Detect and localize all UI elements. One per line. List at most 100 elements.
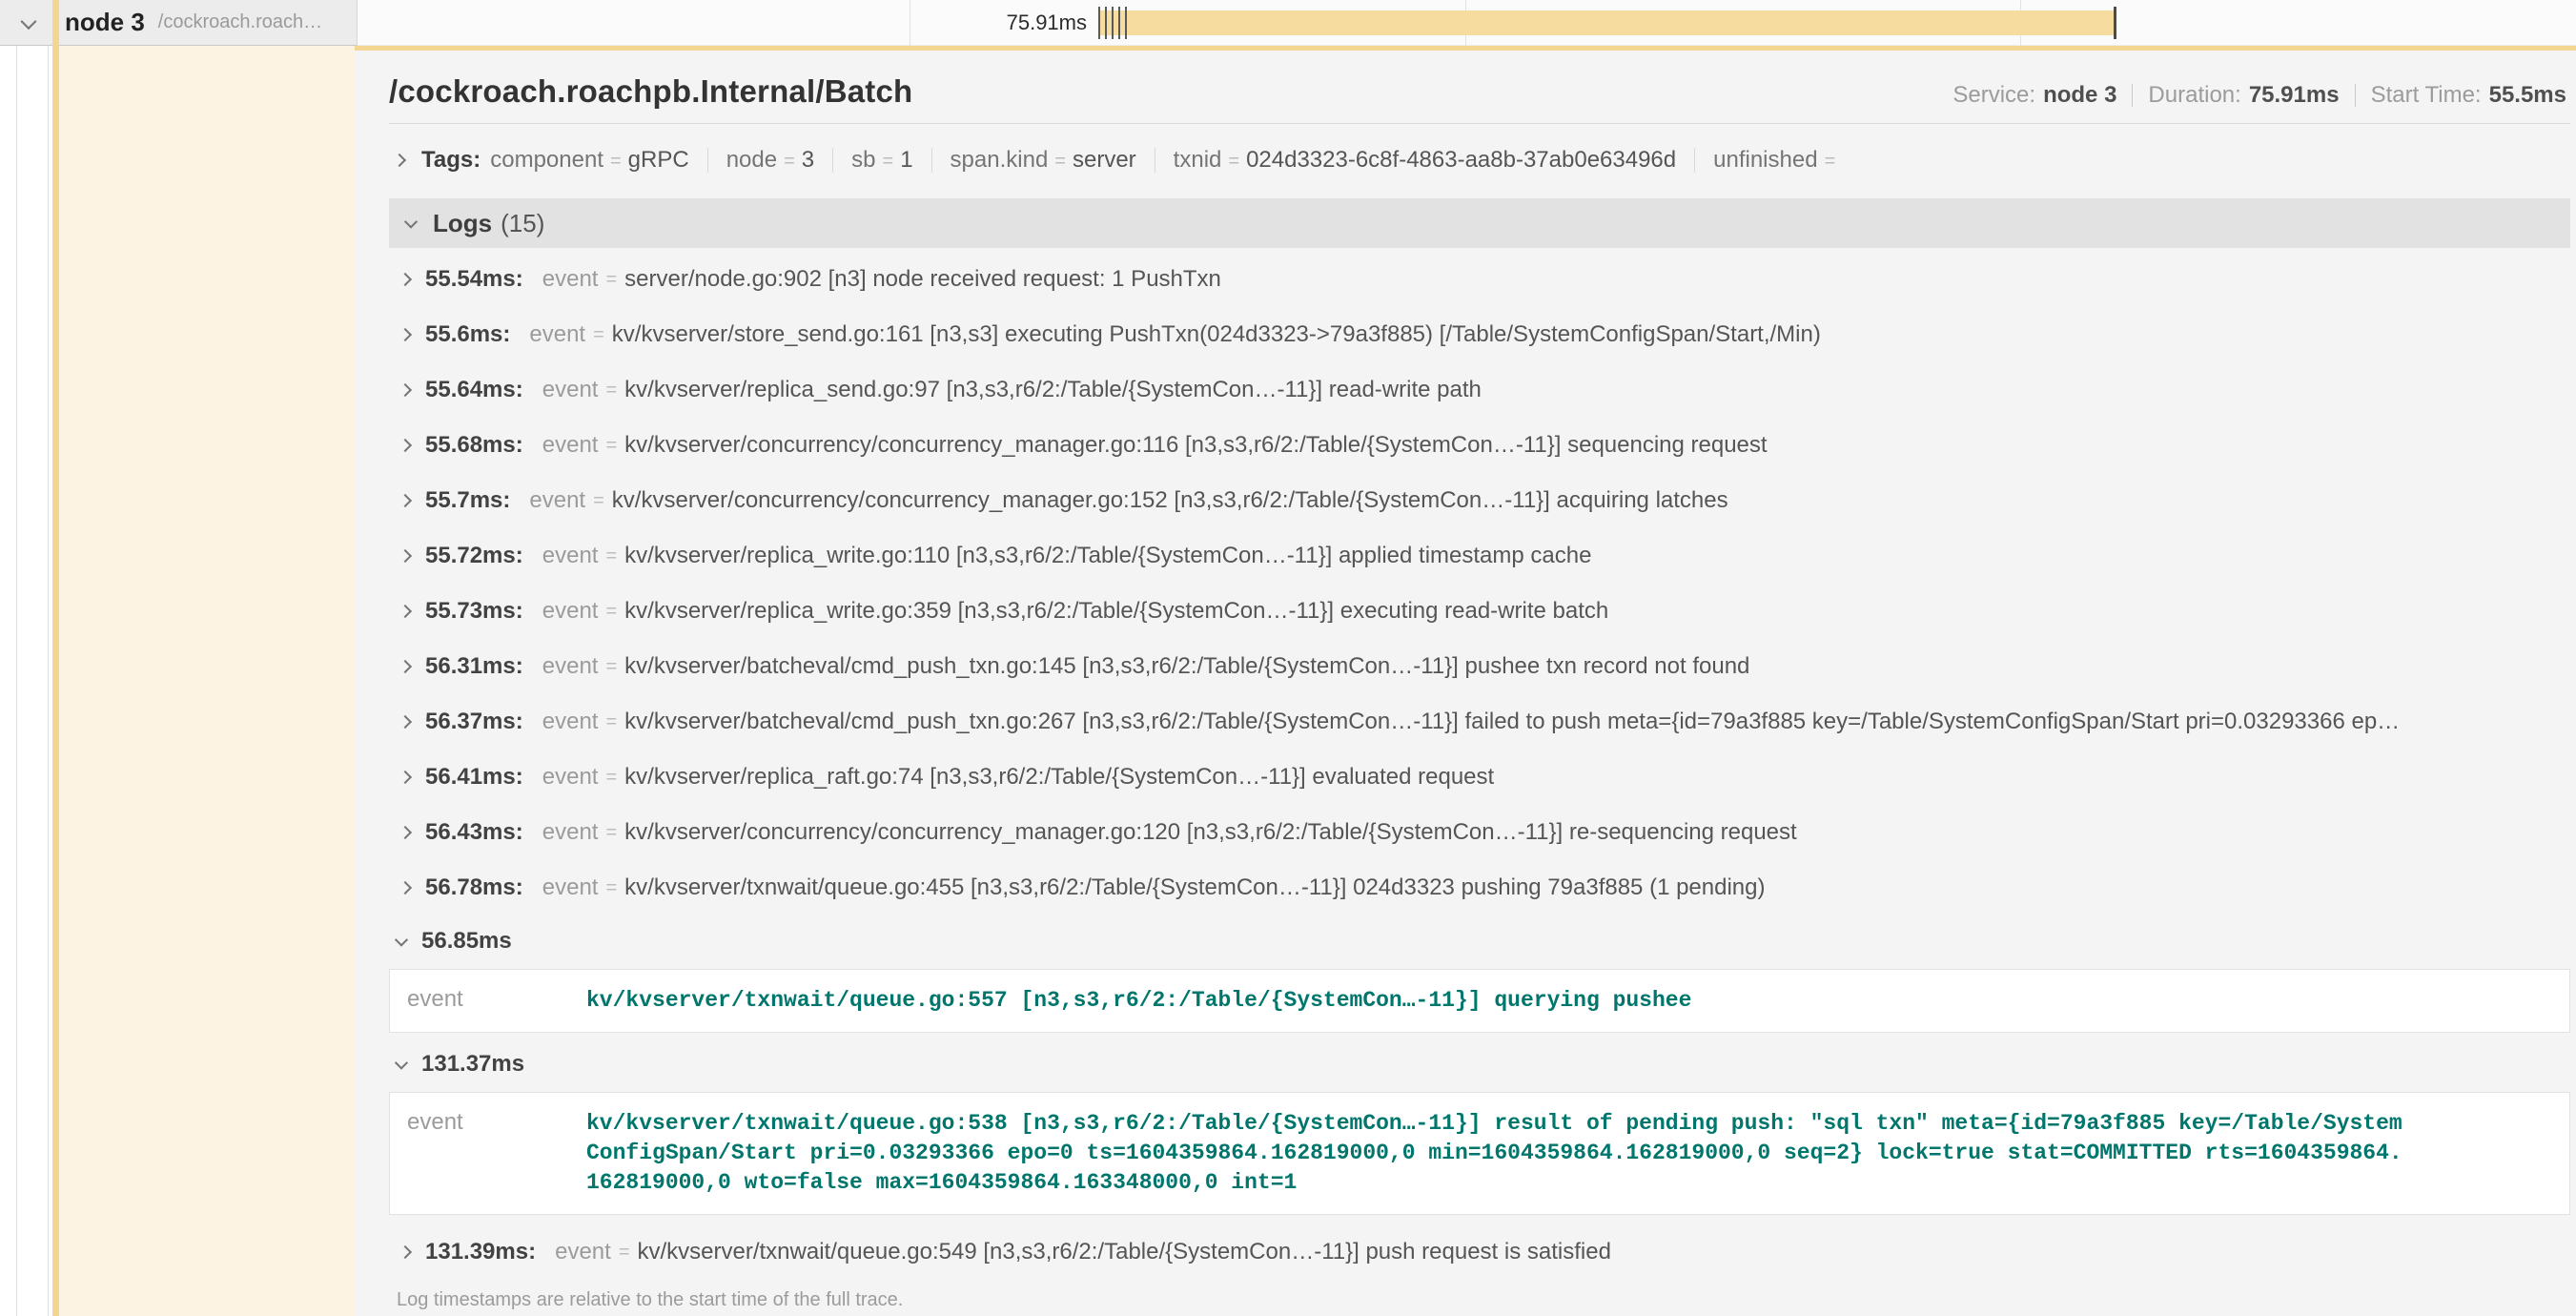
start-time-value: 55.5ms <box>2489 82 2566 109</box>
log-field-key: event <box>542 432 599 459</box>
expanded-log-detail: event kv/kvserver/txnwait/queue.go:557 [… <box>389 969 2570 1033</box>
log-timestamp: 55.7ms: <box>425 487 510 514</box>
tag-item: txnid=024d3323-6c8f-4863-aa8b-37ab0e6349… <box>1174 147 1676 174</box>
tag-item: sb = 1 <box>851 147 912 174</box>
log-equals: = <box>605 601 617 623</box>
tag-value: server <box>1073 147 1136 174</box>
log-equals: = <box>593 324 604 346</box>
log-row[interactable]: 55.64ms: event = kv/kvserver/replica_sen… <box>389 362 2570 418</box>
log-equals: = <box>619 1242 630 1264</box>
log-row[interactable]: 56.78ms: event = kv/kvserver/txnwait/que… <box>389 860 2570 915</box>
tags-row[interactable]: Tags: component=gRPC node=3 sb=1 span.ki… <box>389 145 2570 175</box>
log-row[interactable]: 55.6ms: event = kv/kvserver/store_send.g… <box>389 307 2570 362</box>
log-timestamp: 55.64ms: <box>425 377 523 403</box>
log-field-key: event <box>542 709 599 735</box>
log-message: kv/kvserver/txnwait/queue.go:549 [n3,s3,… <box>638 1239 1611 1265</box>
log-row[interactable]: 56.37ms: event = kv/kvserver/batcheval/c… <box>389 694 2570 750</box>
chevron-right-icon[interactable] <box>393 154 406 167</box>
log-equals: = <box>605 435 617 457</box>
log-field-value: kv/kvserver/txnwait/queue.go:557 [n3,s3,… <box>586 970 2569 1032</box>
chevron-right-icon[interactable] <box>399 881 412 894</box>
log-row[interactable]: 55.7ms: event = kv/kvserver/concurrency/… <box>389 473 2570 528</box>
log-message: kv/kvserver/replica_write.go:359 [n3,s3,… <box>624 598 1608 625</box>
tag-key: sb <box>851 147 875 174</box>
log-row[interactable]: 56.41ms: event = kv/kvserver/replica_raf… <box>389 750 2570 805</box>
tag-key: component <box>490 147 603 174</box>
chevron-right-icon[interactable] <box>399 549 412 563</box>
log-message: kv/kvserver/concurrency/concurrency_mana… <box>624 432 1767 459</box>
meta-separator <box>2132 84 2133 107</box>
tag-equals: = <box>1228 151 1239 173</box>
log-message: kv/kvserver/replica_send.go:97 [n3,s3,r6… <box>624 377 1482 403</box>
expanded-log-header[interactable]: 56.85ms <box>389 919 2570 963</box>
gutter-line <box>48 0 49 1316</box>
duration-value: 75.91ms <box>2249 82 2340 109</box>
logs-count: (15) <box>501 209 544 238</box>
log-row[interactable]: 131.39ms: event = kv/kvserver/txnwait/qu… <box>389 1224 2570 1280</box>
log-row[interactable]: 56.31ms: event = kv/kvserver/batcheval/c… <box>389 639 2570 694</box>
log-field-key: event <box>529 487 585 514</box>
tags-label[interactable]: Tags: <box>421 147 480 174</box>
chevron-right-icon[interactable] <box>399 383 412 397</box>
chevron-right-icon[interactable] <box>399 1245 412 1259</box>
chevron-right-icon[interactable] <box>399 771 412 784</box>
log-timestamp: 131.37ms <box>421 1051 524 1078</box>
chevron-right-icon[interactable] <box>399 826 412 839</box>
logs-section: Logs (15) 55.54ms: event = server/node.g… <box>389 198 2570 1316</box>
log-field-key: event <box>542 874 599 901</box>
chevron-right-icon[interactable] <box>399 439 412 452</box>
log-equals: = <box>605 269 617 291</box>
log-field-key: event <box>542 819 599 846</box>
tag-separator <box>832 148 833 173</box>
log-row[interactable]: 55.54ms: event = server/node.go:902 [n3]… <box>389 252 2570 307</box>
span-waterfall-row: node 3 /cockroach.roach… 75.91ms <box>0 0 2576 46</box>
logs-header-bar[interactable]: Logs (15) <box>389 198 2570 248</box>
log-equals: = <box>605 380 617 401</box>
tag-value: 1 <box>900 147 912 174</box>
log-row[interactable]: 56.43ms: event = kv/kvserver/concurrency… <box>389 805 2570 860</box>
chevron-right-icon[interactable] <box>399 715 412 729</box>
tag-key: txnid <box>1174 147 1222 174</box>
log-timestamp: 55.6ms: <box>425 321 510 348</box>
log-field-key: event <box>390 1093 586 1214</box>
tag-equals: = <box>784 151 795 173</box>
span-detail-header: /cockroach.roachpb.Internal/Batch Servic… <box>389 51 2570 110</box>
chevron-right-icon[interactable] <box>399 273 412 286</box>
log-field-key: event <box>542 266 599 293</box>
gutter-line <box>16 0 17 1316</box>
chevron-down-icon[interactable] <box>395 1057 408 1070</box>
expanded-log-header[interactable]: 131.37ms <box>389 1042 2570 1086</box>
chevron-down-icon[interactable] <box>404 216 418 229</box>
log-equals: = <box>605 656 617 678</box>
span-bar-hatch-marks <box>1098 7 1131 39</box>
log-timestamp: 56.37ms: <box>425 709 523 735</box>
log-row[interactable]: 55.68ms: event = kv/kvserver/concurrency… <box>389 418 2570 473</box>
chevron-right-icon[interactable] <box>399 660 412 673</box>
log-timestamp: 56.43ms: <box>425 819 523 846</box>
log-timestamp: 56.85ms <box>421 928 512 955</box>
log-timestamp: 55.54ms: <box>425 266 523 293</box>
log-field-key: event <box>542 598 599 625</box>
log-field-key: event <box>542 377 599 403</box>
log-message: kv/kvserver/txnwait/queue.go:455 [n3,s3,… <box>624 874 1765 901</box>
log-field-key: event <box>542 764 599 791</box>
span-duration-bar[interactable] <box>1098 10 2115 35</box>
log-message: kv/kvserver/replica_raft.go:74 [n3,s3,r6… <box>624 764 1494 791</box>
tag-separator <box>931 148 932 173</box>
tag-equals: = <box>883 151 894 173</box>
span-service-name: node 3 <box>65 8 145 37</box>
log-row[interactable]: 55.73ms: event = kv/kvserver/replica_wri… <box>389 584 2570 639</box>
log-message: kv/kvserver/batcheval/cmd_push_txn.go:26… <box>624 709 2400 735</box>
service-label: Service: <box>1952 82 2035 109</box>
chevron-down-icon[interactable] <box>21 13 37 30</box>
tag-item: node=3 <box>726 147 814 174</box>
tag-equals: = <box>610 151 622 173</box>
log-row[interactable]: 55.72ms: event = kv/kvserver/replica_wri… <box>389 528 2570 584</box>
chevron-right-icon[interactable] <box>399 494 412 507</box>
tag-separator <box>1694 148 1695 173</box>
chevron-right-icon[interactable] <box>399 605 412 618</box>
chevron-down-icon[interactable] <box>395 934 408 947</box>
chevron-right-icon[interactable] <box>399 328 412 341</box>
log-field-key: event <box>542 543 599 569</box>
logs-title: Logs <box>433 209 492 238</box>
